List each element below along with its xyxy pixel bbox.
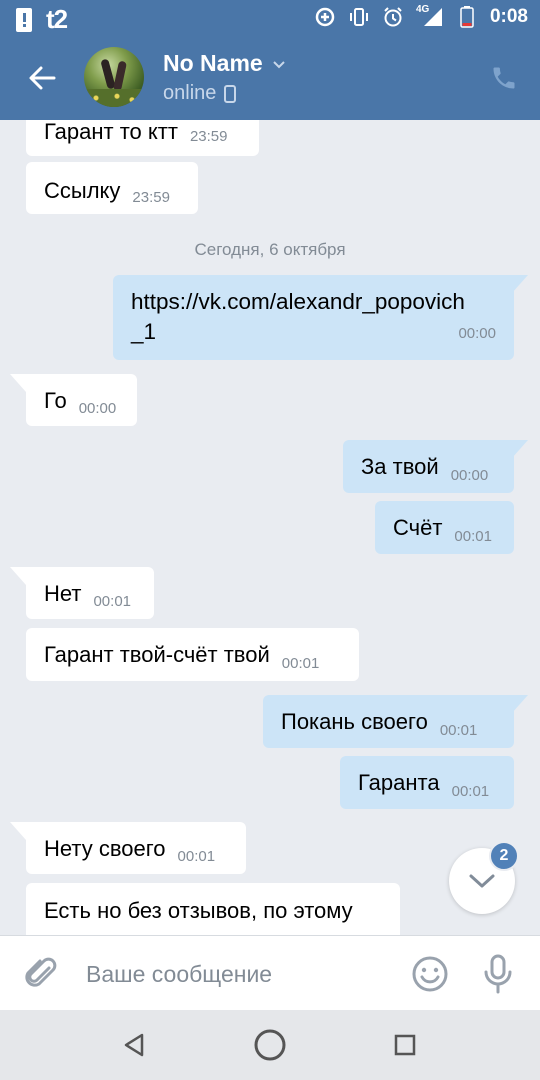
chevron-down-icon bbox=[272, 60, 285, 68]
message-list[interactable]: Гарант то ктт 23:59 Ссылку 23:59 Сегодня… bbox=[0, 120, 540, 935]
chat-header: No Name online bbox=[0, 38, 540, 120]
message-time: 00:01 bbox=[439, 722, 478, 739]
message-text: Ссылку bbox=[44, 178, 121, 203]
data-saver-icon bbox=[314, 6, 336, 28]
alarm-icon bbox=[382, 6, 404, 28]
nav-back-button[interactable] bbox=[120, 1030, 150, 1060]
message-time: 00:01 bbox=[454, 528, 492, 545]
message-link-continued[interactable]: _1 bbox=[131, 317, 156, 347]
battery-icon bbox=[456, 6, 478, 28]
unread-count-badge: 2 bbox=[489, 841, 519, 871]
message-link[interactable]: https://vk.com/alexandr_popovich bbox=[131, 287, 496, 317]
message-bubble-outgoing[interactable]: https://vk.com/alexandr_popovich _1 00:0… bbox=[113, 275, 514, 360]
contact-name: No Name bbox=[163, 50, 263, 76]
message-bubble-outgoing[interactable]: За твой 00:00 bbox=[343, 440, 514, 493]
bubble-tail bbox=[512, 275, 528, 293]
message-text: Покань своего bbox=[281, 709, 428, 734]
message-bubble-incoming[interactable]: Есть но без отзывов, по этому bbox=[26, 883, 400, 935]
message-bubble-outgoing[interactable]: Счёт 00:01 bbox=[375, 501, 514, 554]
network-type: 4G bbox=[415, 4, 430, 15]
message-time: 23:59 bbox=[189, 128, 228, 145]
message-bubble-incoming[interactable]: Ссылку 23:59 bbox=[26, 162, 198, 214]
attach-button[interactable] bbox=[22, 954, 62, 994]
nav-home-button[interactable] bbox=[253, 1028, 287, 1062]
message-bubble-outgoing[interactable]: Покань своего 00:01 bbox=[263, 695, 514, 748]
message-bubble-incoming[interactable]: Го 00:00 bbox=[26, 374, 137, 426]
message-time: 00:01 bbox=[93, 593, 132, 610]
message-time: 00:01 bbox=[177, 848, 216, 865]
message-text: Нету своего bbox=[44, 836, 166, 861]
circle-home-icon bbox=[254, 1029, 286, 1061]
message-bubble-outgoing[interactable]: Гаранта 00:01 bbox=[340, 756, 514, 809]
system-navigation-bar bbox=[0, 1010, 540, 1080]
message-text: Гаранта bbox=[358, 770, 440, 795]
message-time: 00:01 bbox=[281, 655, 320, 672]
triangle-back-icon bbox=[124, 1033, 144, 1057]
message-text: Гарант то ктт bbox=[44, 120, 178, 144]
contact-status: online bbox=[163, 82, 217, 104]
emoji-button[interactable] bbox=[410, 954, 450, 994]
call-button[interactable] bbox=[490, 64, 518, 92]
message-bubble-incoming[interactable]: Нет 00:01 bbox=[26, 567, 154, 619]
mobile-icon bbox=[224, 84, 237, 103]
status-bar: t2 4G 0:08 bbox=[0, 0, 540, 38]
bubble-tail bbox=[512, 695, 528, 713]
message-text: Счёт bbox=[393, 515, 443, 540]
date-separator: Сегодня, 6 октября bbox=[194, 240, 346, 259]
signal-4g-icon: 4G bbox=[415, 4, 444, 28]
message-bubble-incoming[interactable]: Нету своего 00:01 bbox=[26, 822, 246, 874]
paperclip-icon bbox=[25, 957, 57, 987]
phone-icon bbox=[493, 67, 515, 89]
message-text: Есть но без отзывов, по этому bbox=[44, 898, 353, 923]
message-bubble-incoming[interactable]: Гарант то ктт 23:59 bbox=[26, 120, 259, 156]
alert-icon bbox=[16, 7, 32, 32]
message-text: Нет bbox=[44, 581, 82, 606]
message-time: 23:59 bbox=[132, 189, 170, 206]
smile-icon bbox=[412, 956, 448, 992]
message-bubble-incoming[interactable]: Гарант твой-счёт твой 00:01 bbox=[26, 628, 359, 681]
message-time: 00:00 bbox=[458, 325, 496, 342]
message-composer bbox=[0, 935, 540, 1010]
contact-info[interactable]: No Name online bbox=[163, 50, 287, 105]
message-time: 00:00 bbox=[78, 400, 117, 417]
arrow-left-icon bbox=[29, 66, 56, 90]
avatar[interactable] bbox=[84, 47, 144, 107]
message-text: За твой bbox=[361, 454, 439, 479]
carrier-label: t2 bbox=[46, 4, 68, 34]
nav-recents-button[interactable] bbox=[392, 1032, 418, 1058]
bubble-tail bbox=[10, 374, 26, 392]
square-recents-icon bbox=[394, 1034, 416, 1056]
clock: 0:08 bbox=[489, 6, 528, 27]
vibrate-icon bbox=[348, 6, 370, 28]
chevron-down-icon bbox=[469, 874, 495, 888]
message-input[interactable] bbox=[86, 954, 386, 994]
voice-message-button[interactable] bbox=[480, 952, 516, 996]
message-time: 00:01 bbox=[451, 783, 490, 800]
message-text: Гарант твой-счёт твой bbox=[44, 642, 270, 667]
back-button[interactable] bbox=[24, 60, 60, 96]
microphone-icon bbox=[484, 954, 512, 994]
bubble-tail bbox=[512, 440, 528, 458]
bubble-tail bbox=[10, 567, 26, 585]
bubble-tail bbox=[10, 822, 26, 840]
message-text: Го bbox=[44, 388, 67, 413]
message-time: 00:00 bbox=[450, 467, 489, 484]
